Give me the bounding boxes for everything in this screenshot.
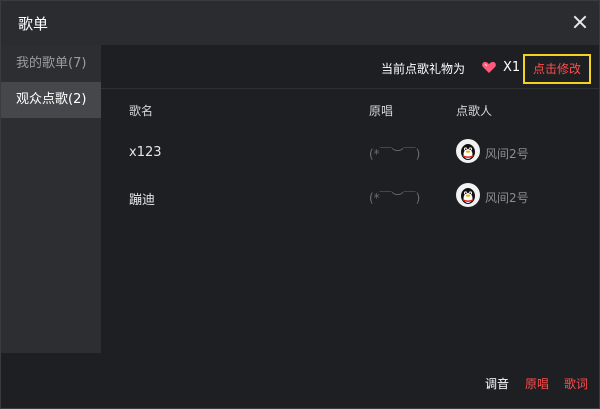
column-header-requester: 点歌人 xyxy=(456,104,493,118)
penguin-avatar-icon xyxy=(461,144,475,160)
gift-count: X1 xyxy=(503,60,521,75)
table-row[interactable]: 蹦迪 (*￣︶￣) 风间2号 xyxy=(101,177,599,217)
avatar xyxy=(456,183,480,207)
song-list-window: 歌单 我的歌单(7) 观众点歌(2) 当前点歌礼物为 X1 点击修改 歌名 原唱… xyxy=(0,0,600,409)
avatar xyxy=(456,139,480,163)
sidebar: 我的歌单(7) 观众点歌(2) xyxy=(1,45,101,353)
original-vocal-button[interactable]: 原唱 xyxy=(525,375,549,392)
divider xyxy=(101,88,599,89)
song-name: 蹦迪 xyxy=(129,193,156,208)
lyrics-button[interactable]: 歌词 xyxy=(564,375,588,392)
song-name: x123 xyxy=(129,145,162,160)
penguin-avatar-icon xyxy=(461,188,475,204)
sidebar-item-my-songs[interactable]: 我的歌单(7) xyxy=(1,46,101,82)
original-singer: (*￣︶￣) xyxy=(369,191,421,205)
column-header-song: 歌名 xyxy=(129,104,154,118)
requester-name: 风间2号 xyxy=(485,191,529,205)
gift-label: 当前点歌礼物为 xyxy=(381,62,466,76)
modify-gift-button[interactable]: 点击修改 xyxy=(523,54,591,84)
close-icon[interactable] xyxy=(569,11,591,33)
tune-button[interactable]: 调音 xyxy=(485,375,509,392)
requester-name: 风间2号 xyxy=(485,147,529,161)
window-title: 歌单 xyxy=(18,15,49,33)
table-row[interactable]: x123 (*￣︶￣) 风间2号 xyxy=(101,133,599,173)
sidebar-item-audience-requests[interactable]: 观众点歌(2) xyxy=(1,82,101,118)
column-header-original: 原唱 xyxy=(369,104,394,118)
heart-icon xyxy=(482,61,496,73)
original-singer: (*￣︶￣) xyxy=(369,147,421,161)
title-bar: 歌单 xyxy=(1,1,599,45)
